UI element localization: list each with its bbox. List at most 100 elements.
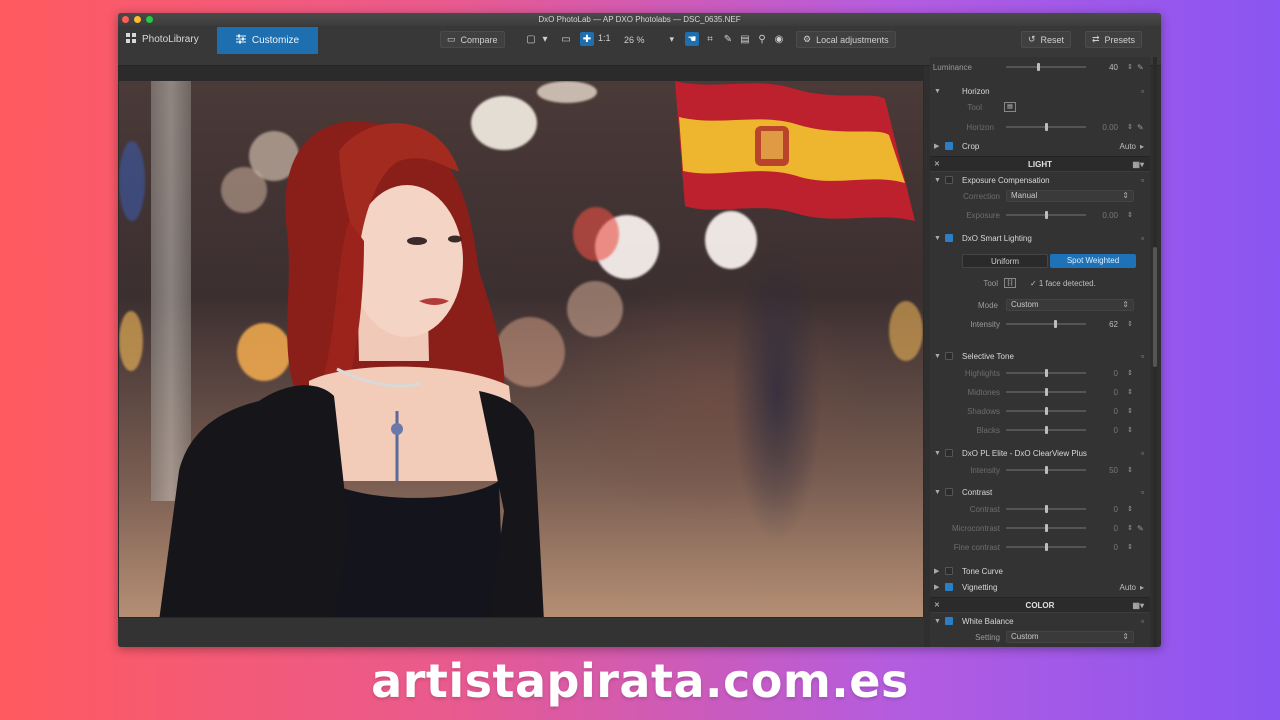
smart-lighting-enable-checkbox[interactable] [945,234,953,242]
expand-triangle-icon[interactable]: ▼ [934,235,941,242]
slider-knob[interactable] [1053,320,1057,328]
slider-knob[interactable] [1044,211,1048,219]
palette-menu-icon[interactable]: ▸ [1140,583,1144,592]
horizon-tool-icon[interactable]: ▤ [738,32,752,46]
slider-knob[interactable] [1044,524,1048,532]
panel-scrollbar[interactable] [1153,57,1157,647]
blacks-slider[interactable] [1006,426,1086,434]
crop-enable-checkbox[interactable] [945,142,953,150]
palette-menu-icon[interactable]: ▸ [1140,142,1144,151]
uniform-button[interactable]: Uniform [962,254,1048,268]
white-balance-enable-checkbox[interactable] [945,617,953,625]
ratio-1-1[interactable]: 1:1 [598,33,611,43]
slider-knob[interactable] [1044,466,1048,474]
eyedropper-icon[interactable]: ✎ [1137,63,1144,72]
expand-triangle-icon[interactable]: ▼ [934,489,941,496]
expand-triangle-icon[interactable]: ▼ [934,353,941,360]
blacks-value[interactable]: 0 [1096,426,1118,435]
expand-triangle-icon[interactable]: ▼ [934,618,941,625]
mode-dropdown[interactable]: Custom ⇕ [1006,299,1134,311]
stepper-icon[interactable]: ⇕ [1127,320,1133,328]
crop-tool-icon[interactable]: ⌗ [703,32,717,46]
section-menu-icon[interactable]: ▦▾ [1132,601,1144,610]
smart-lighting-header[interactable]: ▼ DxO Smart Lighting ▫ [930,230,1150,246]
shadows-value[interactable]: 0 [1096,407,1118,416]
zoom-select[interactable]: 26 % ▾ [624,31,674,48]
clearview-enable-checkbox[interactable] [945,449,953,457]
vignetting-header[interactable]: ▶ Vignetting Auto ▸ [930,579,1150,595]
image-viewer[interactable] [118,66,924,647]
palette-menu-icon[interactable]: ▫ [1141,176,1144,185]
expand-triangle-icon[interactable]: ▼ [934,450,941,457]
local-adjustments-button[interactable]: ⚙ Local adjustments [796,31,896,48]
slider-knob[interactable] [1044,369,1048,377]
highlights-slider[interactable] [1006,369,1086,377]
spot-weighted-button[interactable]: Spot Weighted [1050,254,1136,268]
contrast-enable-checkbox[interactable] [945,488,953,496]
tab-customize[interactable]: Customize [217,27,318,54]
crop-auto[interactable]: Auto [1120,142,1136,151]
horizon-tool-icon[interactable]: ▤ [1004,102,1016,112]
stepper-icon[interactable]: ⇕ [1127,505,1133,513]
close-window-button[interactable] [122,16,129,23]
selective-tone-enable-checkbox[interactable] [945,352,953,360]
light-section-header[interactable]: ✕ LIGHT ▦▾ [930,156,1150,172]
repair-tool-icon[interactable]: ⚲ [755,32,769,46]
vignetting-auto[interactable]: Auto [1120,583,1136,592]
microcontrast-value[interactable]: 0 [1096,524,1118,533]
contrast-value[interactable]: 0 [1096,505,1118,514]
horizon-slider[interactable] [1006,123,1086,131]
luminance-value[interactable]: 40 [1096,63,1118,72]
clearview-slider[interactable] [1006,466,1086,474]
slider-knob[interactable] [1044,543,1048,551]
horizon-header[interactable]: ▼ Horizon ▫ [930,83,1150,99]
section-menu-icon[interactable]: ▦▾ [1132,160,1144,169]
contrast-slider[interactable] [1006,505,1086,513]
midtones-slider[interactable] [1006,388,1086,396]
presets-button[interactable]: ⇄ Presets [1085,31,1143,48]
expand-triangle-icon[interactable]: ▼ [934,177,941,184]
intensity-value[interactable]: 62 [1096,320,1118,329]
stepper-icon[interactable]: ⇕ [1127,426,1133,434]
correction-dropdown[interactable]: Manual ⇕ [1006,190,1134,202]
stepper-icon[interactable]: ⇕ [1127,388,1133,396]
contrast-header[interactable]: ▼ Contrast ▫ [930,484,1150,500]
scrollbar-thumb[interactable] [1153,247,1157,367]
shadows-slider[interactable] [1006,407,1086,415]
view-mode-chevron-icon[interactable]: ▾ [538,32,552,46]
horizon-value[interactable]: 0.00 [1096,123,1118,132]
stepper-icon[interactable]: ⇕ [1127,543,1133,551]
close-icon[interactable]: ✕ [934,601,940,609]
clearview-header[interactable]: ▼ DxO PL Elite - DxO ClearView Plus ▫ [930,445,1150,461]
midtones-value[interactable]: 0 [1096,388,1118,397]
clearview-value[interactable]: 50 [1096,466,1118,475]
exposure-header[interactable]: ▼ Exposure Compensation ▫ [930,172,1150,188]
selective-tone-header[interactable]: ▼ Selective Tone ▫ [930,348,1150,364]
slider-knob[interactable] [1036,63,1040,71]
setting-dropdown[interactable]: Custom ⇕ [1006,631,1134,643]
reset-button[interactable]: ↺ Reset [1021,31,1072,48]
intensity-slider[interactable] [1006,320,1086,328]
palette-menu-icon[interactable]: ▫ [1141,488,1144,497]
fine-contrast-value[interactable]: 0 [1096,543,1118,552]
white-balance-header[interactable]: ▼ White Balance ▫ [930,613,1150,629]
zoom-window-button[interactable] [146,16,153,23]
highlights-value[interactable]: 0 [1096,369,1118,378]
fit-screen-icon[interactable]: ▭ [559,32,573,46]
stepper-icon[interactable]: ⇕ [1127,369,1133,377]
stepper-icon[interactable]: ⇕ [1127,407,1133,415]
tab-photolibrary[interactable]: PhotoLibrary [126,26,199,53]
crop-header[interactable]: ▶ Crop Auto ▸ [930,138,1150,154]
stepper-icon[interactable]: ⇕ [1127,211,1133,219]
palette-menu-icon[interactable]: ▫ [1141,234,1144,243]
stepper-icon[interactable]: ⇕ [1127,123,1133,131]
color-section-header[interactable]: ✕ COLOR ▦▾ [930,597,1150,613]
stepper-icon[interactable]: ⇕ [1127,524,1133,532]
slider-knob[interactable] [1044,426,1048,434]
stepper-icon[interactable]: ⇕ [1127,466,1133,474]
luminance-slider[interactable] [1006,63,1086,71]
single-view-icon[interactable]: ▢ [524,32,538,46]
tone-curve-enable-checkbox[interactable] [945,567,953,575]
palette-menu-icon[interactable]: ▫ [1141,87,1144,96]
slider-knob[interactable] [1044,123,1048,131]
